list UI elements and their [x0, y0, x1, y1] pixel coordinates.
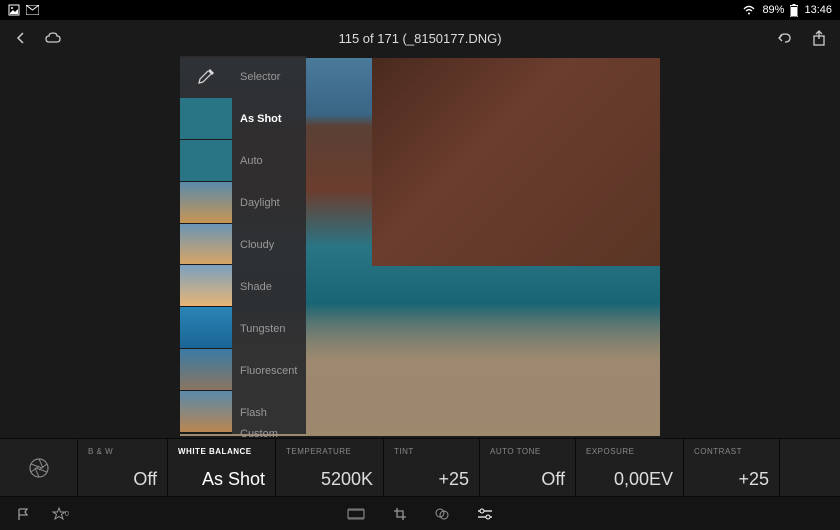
filmstrip-icon[interactable]	[347, 507, 365, 521]
eyedropper-cell	[180, 56, 232, 98]
bottom-toolbar: 0	[0, 496, 840, 530]
wb-thumb[interactable]	[180, 349, 232, 391]
wb-thumb[interactable]	[180, 433, 232, 434]
param-b-w[interactable]: B & W Off	[78, 439, 168, 496]
param-label: TINT	[394, 447, 469, 456]
battery-percent: 89%	[762, 4, 784, 16]
wb-thumb[interactable]	[180, 140, 232, 182]
mail-icon	[26, 5, 39, 15]
params-bar: B & W Off WHITE BALANCE As Shot TEMPERATURE 5…	[0, 438, 840, 496]
param-label: EXPOSURE	[586, 447, 673, 456]
wb-thumb[interactable]	[180, 98, 232, 140]
presets-icon[interactable]	[435, 507, 449, 521]
wb-thumbnails	[180, 56, 232, 434]
param-value: +25	[694, 469, 769, 490]
wb-thumb[interactable]	[180, 307, 232, 349]
param-value: 5200K	[286, 469, 373, 490]
battery-icon	[790, 4, 798, 17]
svg-text:0: 0	[65, 511, 69, 518]
wb-option-auto[interactable]: Auto	[232, 140, 306, 182]
param-label: TEMPERATURE	[286, 447, 373, 456]
param-auto-tone[interactable]: AUTO TONE Off	[480, 439, 576, 496]
param-label: WHITE BALANCE	[178, 447, 265, 456]
cloud-icon[interactable]	[44, 31, 64, 45]
param-contrast[interactable]: CONTRAST +25	[684, 439, 780, 496]
flag-icon[interactable]	[16, 507, 30, 521]
wb-thumb[interactable]	[180, 391, 232, 433]
page-title: 115 of 171 (_8150177.DNG)	[338, 31, 501, 46]
image-icon	[8, 4, 20, 16]
wb-option-shade[interactable]: Shade	[232, 266, 306, 308]
param-value: Off	[88, 469, 157, 490]
aperture-icon	[28, 457, 50, 479]
wb-thumb[interactable]	[180, 182, 232, 224]
eyedropper-icon	[196, 67, 216, 87]
wb-thumb[interactable]	[180, 265, 232, 307]
wb-option-fluorescent[interactable]: Fluorescent	[232, 350, 306, 392]
star-rating-icon[interactable]: 0	[52, 507, 70, 521]
app-header: 115 of 171 (_8150177.DNG)	[0, 20, 840, 56]
share-icon[interactable]	[812, 30, 826, 46]
param-exposure[interactable]: EXPOSURE 0,00EV	[576, 439, 684, 496]
lens-button[interactable]	[0, 439, 78, 496]
undo-icon[interactable]	[776, 31, 794, 45]
param-label: B & W	[88, 447, 157, 456]
wb-option-list: Selector As Shot Auto Daylight Cloudy Sh…	[232, 56, 306, 434]
clock: 13:46	[804, 4, 832, 16]
param-value: Off	[490, 469, 565, 490]
android-status-bar: 89% 13:46	[0, 0, 840, 20]
param-label: AUTO TONE	[490, 447, 565, 456]
wb-option-cloudy[interactable]: Cloudy	[232, 224, 306, 266]
photo-canvas: Selector As Shot Auto Daylight Cloudy Sh…	[0, 56, 840, 438]
adjust-icon[interactable]	[477, 507, 493, 521]
white-balance-panel: Selector As Shot Auto Daylight Cloudy Sh…	[180, 56, 306, 434]
param-temperature[interactable]: TEMPERATURE 5200K	[276, 439, 384, 496]
param-value: 0,00EV	[586, 469, 673, 490]
param-value: +25	[394, 469, 469, 490]
param-value: As Shot	[178, 469, 265, 490]
wb-option-as-shot[interactable]: As Shot	[232, 98, 306, 140]
crop-icon[interactable]	[393, 507, 407, 521]
wifi-icon	[742, 5, 756, 15]
back-icon[interactable]	[14, 31, 28, 45]
wb-thumb[interactable]	[180, 224, 232, 266]
param-tint[interactable]: TINT +25	[384, 439, 480, 496]
wb-option-tungsten[interactable]: Tungsten	[232, 308, 306, 350]
wb-option-selector[interactable]: Selector	[232, 56, 306, 98]
param-label: CONTRAST	[694, 447, 769, 456]
wb-option-daylight[interactable]: Daylight	[232, 182, 306, 224]
param-white-balance[interactable]: WHITE BALANCE As Shot	[168, 439, 276, 496]
